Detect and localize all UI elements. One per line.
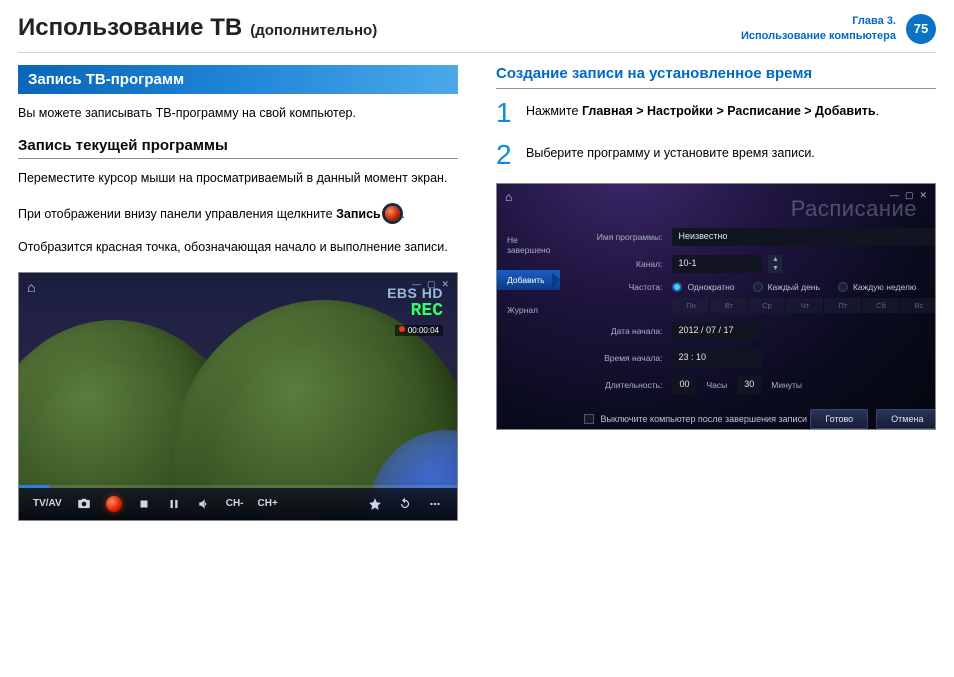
sidebar-item-add[interactable]: Добавить (497, 270, 560, 290)
step-number: 2 (496, 141, 514, 169)
label-channel: Канал: (584, 259, 662, 269)
more-icon[interactable] (427, 496, 443, 512)
day-toggle[interactable]: Чт (786, 298, 824, 313)
day-toggle[interactable]: Пт (824, 298, 862, 313)
label-duration: Длительность: (584, 380, 662, 390)
tv-player-screenshot: ⌂ — ▢ ✕ EBS HD REC 00:00:04 TV/AV (18, 272, 458, 521)
rec-timer: 00:00:04 (395, 325, 443, 336)
unit-minutes: Минуты (771, 380, 802, 390)
text-fragment: При отображении внизу панели управления … (18, 207, 336, 221)
schedule-sidebar: Не завершено Добавить Журнал (497, 228, 560, 417)
close-icon[interactable]: ✕ (919, 190, 927, 201)
done-button[interactable]: Готово (810, 409, 868, 429)
channel-up[interactable]: CH+ (258, 498, 278, 509)
label-program: Имя программы: (584, 232, 662, 242)
shutdown-checkbox[interactable] (584, 414, 594, 424)
tvav-toggle[interactable]: TV/AV (33, 498, 62, 509)
rec-indicator: REC (387, 301, 443, 321)
schedule-dialog-screenshot: ⌂ — ▢ ✕ Расписание Не завершено Добавить… (496, 183, 936, 430)
page-subtitle: (дополнительно) (250, 22, 377, 39)
day-toggle[interactable]: Вт (710, 298, 748, 313)
input-program[interactable]: Неизвестно (672, 228, 936, 246)
chevron-up-icon[interactable]: ▲ (768, 255, 782, 264)
player-controls: TV/AV CH- CH+ (19, 488, 457, 520)
volume-icon[interactable] (196, 496, 212, 512)
home-icon[interactable]: ⌂ (27, 279, 35, 295)
label-starttime: Время начала: (584, 353, 662, 363)
page-title: Использование ТВ (18, 14, 242, 42)
shutdown-label: Выключите компьютер после завершения зап… (600, 414, 807, 424)
schedule-form: Имя программы: Неизвестно Канал: 10-1 ▲▼… (560, 228, 936, 417)
input-startdate[interactable]: 2012 / 07 / 17 (672, 322, 762, 340)
step-number: 1 (496, 99, 514, 127)
input-hours[interactable]: 00 (672, 376, 696, 394)
unit-hours: Часы (706, 380, 727, 390)
home-icon[interactable]: ⌂ (505, 190, 512, 204)
label-frequency: Частота: (584, 282, 662, 292)
divider (496, 88, 936, 89)
channel-down[interactable]: CH- (226, 498, 244, 509)
section-heading: Запись ТВ-программ (18, 65, 458, 94)
radio-once[interactable]: Однократно (672, 282, 734, 292)
subsection-heading: Создание записи на установленное время (496, 65, 936, 82)
step-text: При отображении внизу панели управления … (18, 203, 458, 224)
step-text: Переместите курсор мыши на просматриваем… (18, 169, 458, 188)
channel-stepper[interactable]: ▲▼ (768, 255, 782, 273)
step-text: Отобразится красная точка, обозначающая … (18, 238, 458, 257)
label-startdate: Дата начала: (584, 326, 662, 336)
record-label: Запись (336, 207, 381, 221)
divider (18, 52, 936, 53)
text-fragment: . (401, 207, 404, 221)
sidebar-item-pending[interactable]: Не завершено (497, 230, 560, 260)
divider (18, 158, 458, 159)
day-toggle[interactable]: Ср (748, 298, 786, 313)
camera-icon[interactable] (76, 496, 92, 512)
intro-text: Вы можете записывать ТВ-программу на сво… (18, 104, 458, 123)
input-starttime[interactable]: 23 : 10 (672, 349, 762, 367)
day-toggle[interactable]: Сб (862, 298, 900, 313)
step-text: Нажмите Главная > Настройки > Расписание… (526, 99, 879, 127)
day-toggle[interactable]: Пн (672, 298, 710, 313)
schedule-title: Расписание (791, 196, 917, 222)
day-toggle[interactable]: Вс (900, 298, 936, 313)
chapter-label: Глава 3. (741, 14, 896, 29)
input-minutes[interactable]: 30 (737, 376, 761, 394)
radio-daily[interactable]: Каждый день (753, 282, 820, 292)
subsection-heading: Запись текущей программы (18, 137, 458, 154)
weekday-row: Пн Вт Ср Чт Пт Сб Вс (672, 298, 936, 313)
chevron-down-icon[interactable]: ▼ (768, 264, 782, 273)
radio-weekly[interactable]: Каждую неделю (838, 282, 916, 292)
page-meta: Глава 3. Использование компьютера 75 (741, 14, 936, 44)
star-icon[interactable] (367, 496, 383, 512)
section-label: Использование компьютера (741, 29, 896, 44)
sidebar-item-log[interactable]: Журнал (497, 300, 560, 320)
step-text: Выберите программу и установите время за… (526, 141, 815, 169)
input-channel[interactable]: 10-1 (672, 255, 762, 273)
replay-icon[interactable] (397, 496, 413, 512)
record-button[interactable] (106, 496, 122, 512)
pause-icon[interactable] (166, 496, 182, 512)
cancel-button[interactable]: Отмена (876, 409, 936, 429)
stop-icon[interactable] (136, 496, 152, 512)
channel-brand: EBS HD (387, 285, 443, 301)
record-icon (385, 206, 400, 221)
page-number-badge: 75 (906, 14, 936, 44)
